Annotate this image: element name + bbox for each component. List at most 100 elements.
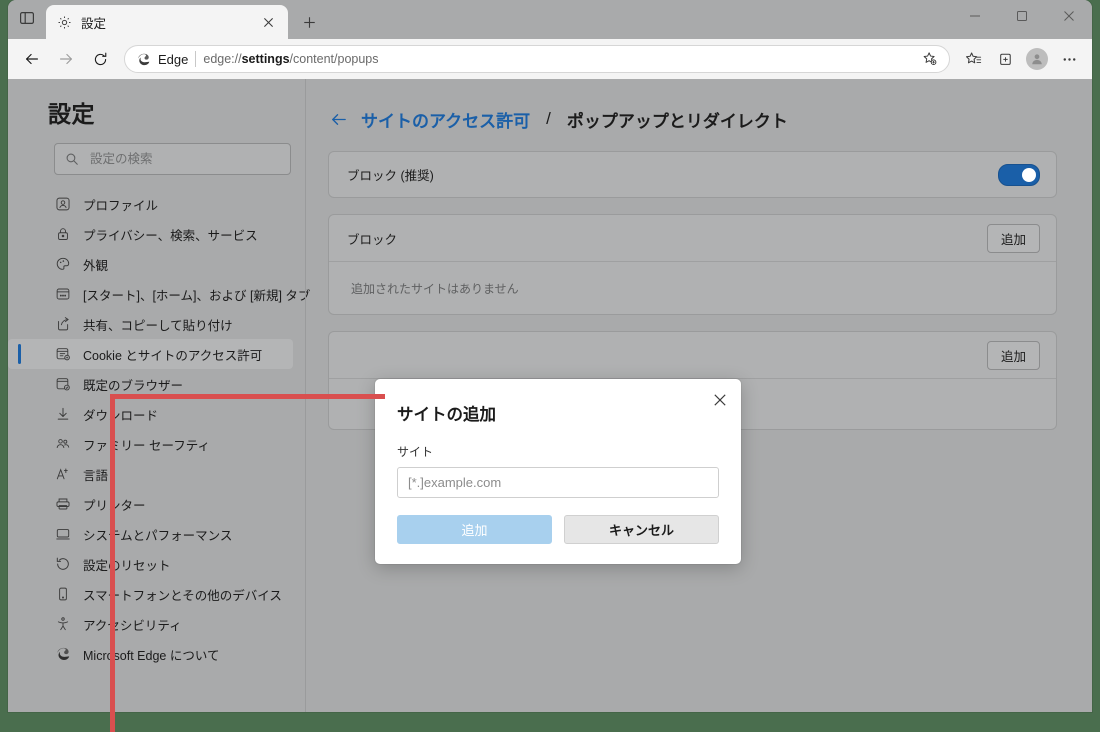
tab-close-icon[interactable]	[258, 12, 278, 32]
address-bar[interactable]: Edge edge://settings/content/popups	[124, 45, 950, 73]
more-options-button[interactable]	[1054, 44, 1084, 74]
palette-icon	[54, 256, 71, 273]
new-tab-button[interactable]	[292, 7, 326, 37]
block-list-empty-text: 追加されたサイトはありません	[351, 281, 519, 296]
sidebar-item-label: Microsoft Edge について	[83, 648, 220, 663]
sidebar-item-label: プライバシー、検索、サービス	[83, 228, 258, 243]
site-field-label: サイト	[397, 445, 434, 459]
sidebar-item-share-copy-paste[interactable]: 共有、コピーして貼り付け	[8, 309, 293, 339]
block-recommended-card: ブロック (推奨)	[328, 151, 1057, 198]
window-controls	[951, 0, 1092, 39]
block-list-add-button[interactable]: 追加	[986, 223, 1040, 253]
sidebar-item-privacy-search-services[interactable]: プライバシー、検索、サービス	[8, 219, 293, 249]
annotation-line-horizontal	[110, 394, 385, 399]
printer-icon	[54, 496, 71, 513]
url-suffix: /content/popups	[289, 52, 379, 66]
navigation-toolbar: Edge edge://settings/content/popups	[8, 39, 1092, 79]
omnibox-url[interactable]: edge://settings/content/popups	[203, 52, 910, 66]
tab-list-icon	[19, 10, 35, 26]
sidebar-item-cookies-site-permissions[interactable]: Cookie とサイトのアクセス許可	[8, 339, 293, 369]
title-bar: 設定	[8, 0, 1092, 39]
start-home-tab-icon	[54, 286, 71, 303]
sidebar-item-label: [スタート]、[ホーム]、および [新規] タブ	[83, 288, 311, 303]
sidebar-item-label: Cookie とサイトのアクセス許可	[83, 348, 263, 363]
profile-icon	[54, 196, 71, 213]
block-list-label: ブロック	[347, 232, 398, 247]
site-input[interactable]	[397, 467, 719, 498]
dialog-actions: 追加 キャンセル	[397, 515, 719, 544]
sidebar-item-phone-and-other-devices[interactable]: スマートフォンとその他のデバイス	[8, 579, 293, 609]
block-list-header: ブロック 追加	[329, 215, 1056, 261]
reset-settings-icon	[54, 556, 71, 573]
sidebar-item-downloads[interactable]: ダウンロード	[8, 399, 293, 429]
toggle-knob	[1022, 167, 1036, 182]
breadcrumb: サイトのアクセス許可 / ポップアップとリダイレクト	[328, 105, 1057, 133]
back-arrow-icon[interactable]	[328, 109, 348, 129]
tab-actions-button[interactable]	[8, 0, 46, 39]
avatar-icon	[1026, 48, 1048, 70]
profile-button[interactable]	[1022, 44, 1052, 74]
breadcrumb-parent-link[interactable]: サイトのアクセス許可	[361, 107, 530, 132]
edge-logo-icon	[54, 646, 71, 663]
sidebar-item-printers[interactable]: プリンター	[8, 489, 293, 519]
omnibox-separator	[195, 51, 197, 67]
sidebar-item-profile[interactable]: プロファイル	[8, 189, 293, 219]
sidebar-item-reset-settings[interactable]: 設定のリセット	[8, 549, 293, 579]
favorites-button[interactable]	[958, 44, 988, 74]
sidebar-item-label: 共有、コピーして貼り付け	[83, 318, 233, 333]
allow-list-add-button[interactable]: 追加	[986, 340, 1040, 370]
sidebar-item-label: プロファイル	[83, 198, 159, 213]
sidebar-item-accessibility[interactable]: アクセシビリティ	[8, 609, 293, 639]
sidebar-item-languages[interactable]: 言語	[8, 459, 293, 489]
system-performance-icon	[54, 526, 71, 543]
block-recommended-toggle[interactable]	[998, 163, 1040, 186]
minimize-button[interactable]	[951, 0, 998, 32]
block-recommended-row: ブロック (推奨)	[329, 152, 1056, 197]
breadcrumb-separator: /	[546, 109, 551, 128]
languages-icon	[54, 466, 71, 483]
block-recommended-label: ブロック (推奨)	[347, 169, 434, 183]
share-copy-paste-icon	[54, 316, 71, 333]
sidebar-item-family-safety[interactable]: ファミリー セーフティ	[8, 429, 293, 459]
breadcrumb-current: ポップアップとリダイレクト	[566, 111, 788, 131]
add-site-dialog: サイトの追加 サイト 追加 キャンセル	[375, 379, 741, 564]
sidebar-item-label: 既定のブラウザー	[83, 378, 184, 393]
collections-button[interactable]	[990, 44, 1020, 74]
cookies-site-permissions-icon	[54, 346, 71, 363]
accessibility-icon	[54, 616, 71, 633]
browser-tab[interactable]: 設定	[46, 5, 288, 39]
sidebar-item-label: ファミリー セーフティ	[83, 438, 210, 453]
search-input[interactable]	[88, 151, 280, 167]
browser-window: 設定 Edge edge://settings/content/popups 設…	[8, 0, 1092, 712]
forward-button[interactable]	[50, 43, 82, 75]
gear-icon	[56, 14, 73, 31]
add-favorite-icon[interactable]	[917, 47, 943, 71]
sidebar-item-label: 設定のリセット	[83, 558, 171, 573]
download-icon	[54, 406, 71, 423]
family-safety-icon	[54, 436, 71, 453]
page-title: 設定	[48, 101, 95, 127]
screenshot-root: 設定 Edge edge://settings/content/popups 設…	[0, 0, 1100, 732]
dialog-add-button[interactable]: 追加	[397, 515, 552, 544]
dialog-title: サイトの追加	[397, 406, 496, 424]
url-prefix: edge://	[203, 52, 242, 66]
back-button[interactable]	[16, 43, 48, 75]
phone-devices-icon	[54, 586, 71, 603]
sidebar-item-about-microsoft-edge[interactable]: Microsoft Edge について	[8, 639, 293, 669]
sidebar-item-label: システムとパフォーマンス	[83, 528, 233, 543]
dialog-close-icon[interactable]	[707, 387, 733, 413]
dialog-cancel-button[interactable]: キャンセル	[564, 515, 719, 544]
sidebar-item-label: 言語	[83, 468, 109, 483]
sidebar-item-system-performance[interactable]: システムとパフォーマンス	[8, 519, 293, 549]
sidebar-item-label: ダウンロード	[83, 408, 159, 423]
reload-button[interactable]	[84, 43, 116, 75]
url-bold-segment: settings	[241, 52, 290, 66]
settings-search[interactable]	[54, 143, 291, 175]
sidebar-item-appearance[interactable]: 外観	[8, 249, 293, 279]
block-list-card: ブロック 追加 追加されたサイトはありません	[328, 214, 1057, 315]
sidebar-nav-list: プロファイル プライバシー、検索、サービス 外観 [スタート]、[ホーム]、およ…	[8, 189, 310, 669]
window-close-button[interactable]	[1045, 0, 1092, 32]
sidebar-item-start-home-new-tab[interactable]: [スタート]、[ホーム]、および [新規] タブ	[8, 279, 310, 309]
lock-icon	[54, 226, 71, 243]
maximize-button[interactable]	[998, 0, 1045, 32]
